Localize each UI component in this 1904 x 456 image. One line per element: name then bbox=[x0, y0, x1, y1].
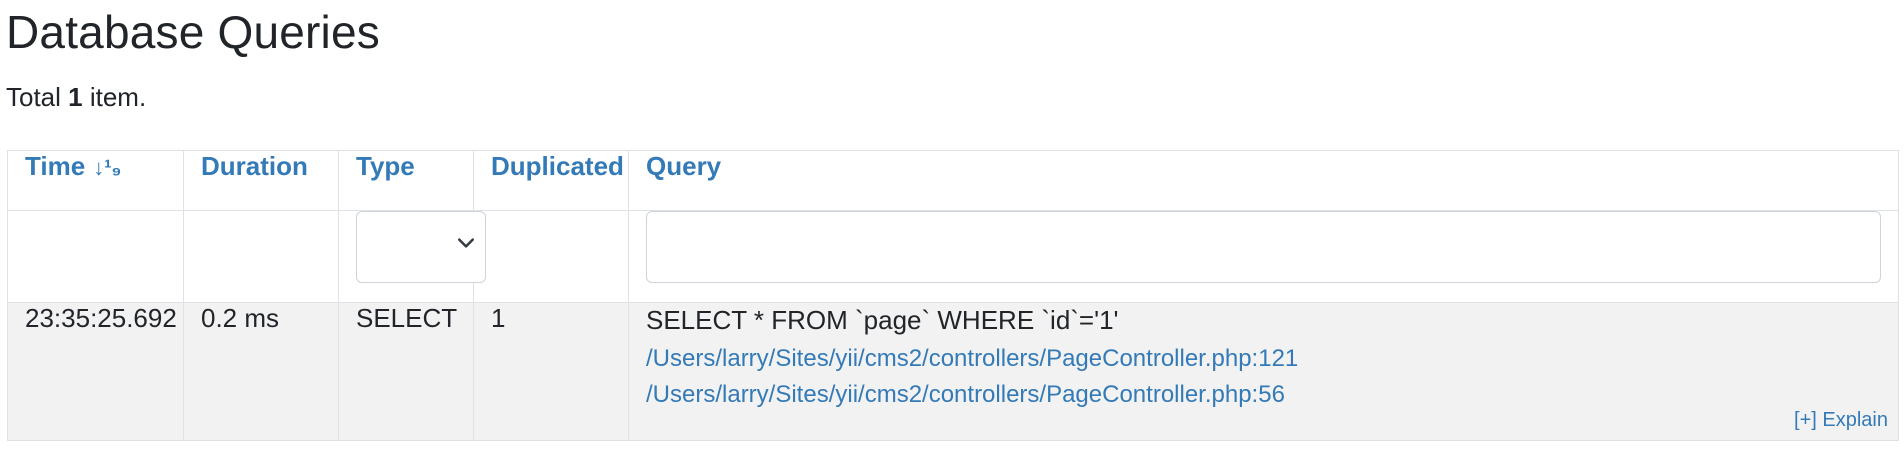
query-text: SELECT * FROM `page` WHERE `id`='1' bbox=[646, 305, 1119, 335]
col-header-query: Query bbox=[628, 150, 1899, 211]
summary-text: Total 1 item. bbox=[6, 80, 146, 114]
cell-query: SELECT * FROM `page` WHERE `id`='1' /Use… bbox=[628, 302, 1899, 441]
col-header-duration: Duration bbox=[183, 150, 339, 211]
sort-time-link[interactable]: Time ↓¹₉ bbox=[25, 151, 121, 181]
page: Database Queries Total 1 item. Time ↓¹₉ D… bbox=[0, 0, 1904, 456]
col-header-time: Time ↓¹₉ bbox=[7, 150, 184, 211]
filter-cell-time bbox=[7, 210, 184, 303]
cell-duplicated: 1 bbox=[473, 302, 629, 441]
filter-cell-query bbox=[628, 210, 1899, 303]
filter-cell-duplicated bbox=[473, 210, 629, 303]
queries-table: Time ↓¹₉ Duration Type Duplicated Query bbox=[7, 150, 1899, 441]
col-header-duplicated: Duplicated bbox=[473, 150, 629, 211]
table-header-row: Time ↓¹₉ Duration Type Duplicated Query bbox=[7, 150, 1899, 211]
cell-duration: 0.2 ms bbox=[183, 302, 339, 441]
table-row: 23:35:25.692 0.2 ms SELECT 1 SELECT * FR… bbox=[7, 302, 1899, 441]
sort-duration-link[interactable]: Duration bbox=[201, 151, 308, 181]
explain-link[interactable]: [+] Explain bbox=[1794, 409, 1888, 432]
type-filter-select-wrapper bbox=[356, 211, 486, 283]
filter-row bbox=[7, 210, 1899, 303]
filter-cell-duration bbox=[183, 210, 339, 303]
trace-list: /Users/larry/Sites/yii/cms2/controllers/… bbox=[646, 341, 1881, 413]
type-filter-select[interactable] bbox=[357, 212, 485, 282]
filter-cell-type bbox=[338, 210, 486, 303]
sort-ascending-icon: ↓¹₉ bbox=[93, 155, 122, 181]
trace-link[interactable]: /Users/larry/Sites/yii/cms2/controllers/… bbox=[646, 377, 1881, 413]
time-header-label: Time bbox=[25, 151, 86, 181]
sort-duplicated-link[interactable]: Duplicated bbox=[491, 151, 624, 181]
col-header-type: Type bbox=[338, 150, 474, 211]
trace-link[interactable]: /Users/larry/Sites/yii/cms2/controllers/… bbox=[646, 341, 1881, 377]
summary-count: 1 bbox=[68, 82, 83, 112]
summary-prefix: Total bbox=[6, 82, 69, 112]
cell-type: SELECT bbox=[338, 302, 474, 441]
query-filter-input[interactable] bbox=[646, 211, 1881, 283]
page-title: Database Queries bbox=[6, 6, 380, 58]
summary-suffix: item. bbox=[82, 82, 147, 112]
cell-time: 23:35:25.692 bbox=[7, 302, 184, 441]
sort-query-link[interactable]: Query bbox=[646, 151, 721, 181]
sort-type-link[interactable]: Type bbox=[356, 151, 415, 181]
